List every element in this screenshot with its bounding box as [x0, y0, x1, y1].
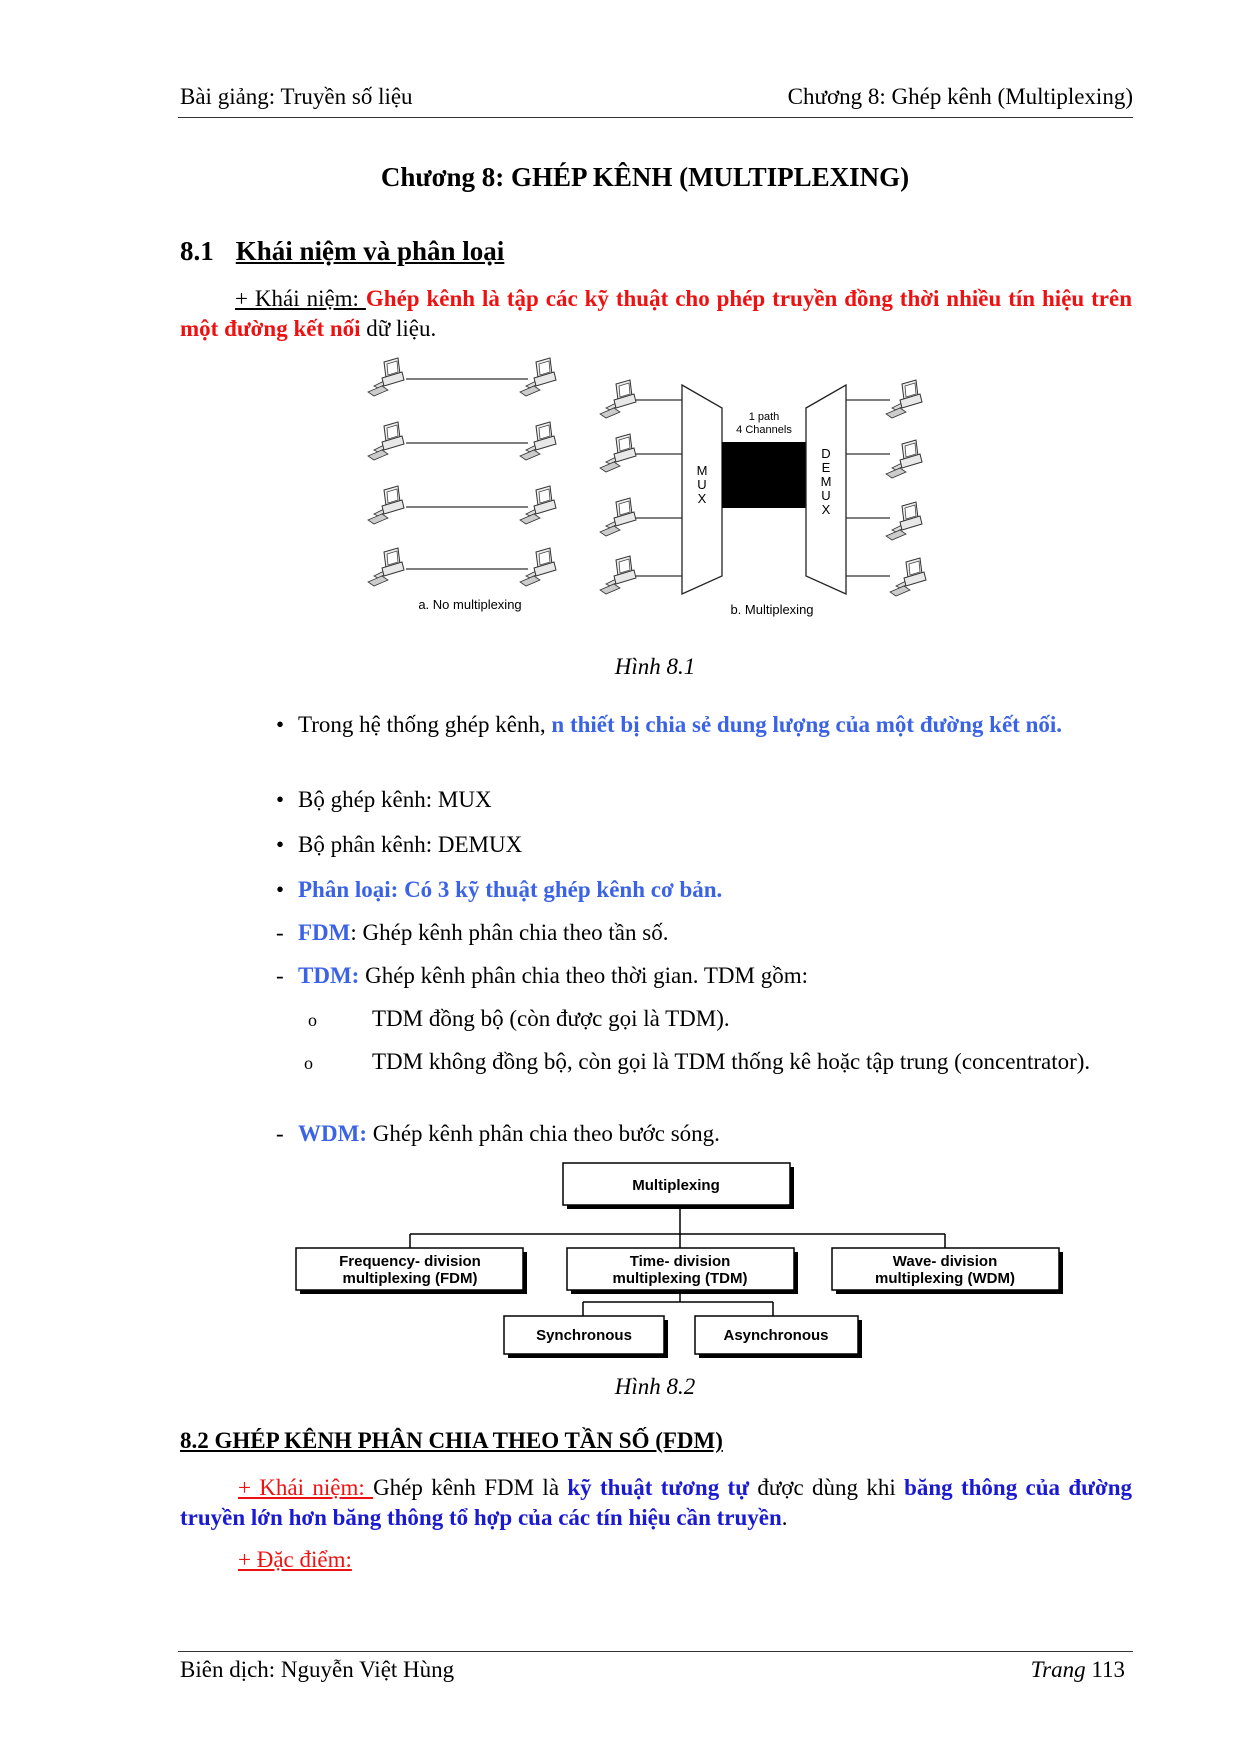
computer-icon [599, 555, 637, 595]
footer-rule [178, 1651, 1133, 1652]
computer-icon [885, 379, 923, 419]
computer-icon [885, 501, 923, 541]
header-right: Chương 8: Ghép kênh (Multiplexing) [787, 84, 1133, 109]
node-wdm: Wave- division multiplexing (WDM) [831, 1247, 1063, 1294]
computer-icon [599, 379, 637, 419]
no-multiplexing-diagram: a. No multiplexing [367, 357, 557, 612]
computer-icon [885, 439, 923, 479]
section-number: 8.1 [180, 236, 214, 266]
node-synchronous: Synchronous [503, 1315, 668, 1358]
computer-icon [519, 421, 557, 461]
section-8-2-heading: 8.2 GHÉP KÊNH PHÂN CHIA THEO TẦN SỐ (FDM… [180, 1428, 723, 1453]
computer-icon [599, 497, 637, 537]
figure-8-2: Multiplexing Frequency- division multipl… [295, 1162, 1063, 1358]
computer-icon [599, 433, 637, 473]
multiplexing-diagram: M U X 1 path 4 Channels D E M U X b. Mul… [599, 379, 927, 617]
bullet-item: • Bộ phân kênh: DEMUX [276, 830, 1132, 860]
concept-tail: dữ liệu. [360, 316, 437, 341]
svg-text:multiplexing (TDM): multiplexing (TDM) [613, 1270, 748, 1287]
svg-text:multiplexing (WDM): multiplexing (WDM) [875, 1270, 1015, 1287]
svg-text:E: E [822, 460, 831, 475]
svg-text:U: U [697, 477, 706, 492]
section-8-1-heading: 8.1 Khái niệm và phân loại [180, 236, 504, 267]
node-tdm: Time- division multiplexing (TDM) [566, 1247, 798, 1294]
computer-icon [519, 485, 557, 525]
bullet-item: • Phân loại: Có 3 kỹ thuật ghép kênh cơ b… [276, 875, 1132, 905]
type-item-wdm: - WDM: Ghép kênh phân chia theo bước sóng… [276, 1119, 1132, 1149]
svg-text:X: X [698, 491, 707, 506]
bullet-icon: • [276, 712, 285, 737]
bullet-icon: • [276, 832, 285, 857]
node-fdm: Frequency- division multiplexing (FDM) [295, 1247, 527, 1294]
type-item-tdm: - TDM: Ghép kênh phân chia theo thời gian… [276, 961, 1132, 991]
tdm-subitem: o TDM đồng bộ (còn được gọi là TDM). [308, 1004, 1164, 1035]
fdm-concept-paragraph: + Khái niệm: Ghép kênh FDM là kỹ thuật t… [180, 1475, 1132, 1530]
svg-text:Wave- division: Wave- division [893, 1253, 997, 1270]
bullet-icon: • [276, 877, 285, 902]
label-multiplexing: b. Multiplexing [730, 602, 813, 617]
dash-icon: - [276, 1121, 284, 1146]
svg-text:multiplexing (FDM): multiplexing (FDM) [343, 1270, 478, 1287]
computer-icon [889, 557, 927, 597]
tdm-subitem: o TDM không đồng bộ, còn gọi là TDM thống… [304, 1047, 1168, 1078]
figure-8-1: a. No multiplexing M U X 1 path 4 Channe… [367, 357, 927, 617]
shared-channel [722, 442, 806, 508]
dash-icon: - [276, 920, 284, 945]
computer-icon [519, 357, 557, 397]
footer-author: Biên dịch: Nguyễn Việt Hùng [180, 1657, 455, 1682]
svg-text:U: U [821, 488, 830, 503]
type-item-fdm: - FDM: Ghép kênh phân chia theo tần số. [276, 918, 1132, 948]
svg-text:M: M [697, 463, 708, 478]
circle-bullet-icon: o [308, 1010, 317, 1030]
node-asynchronous: Asynchronous [694, 1315, 862, 1358]
channels-label: 4 Channels [736, 424, 792, 436]
svg-text:X: X [822, 502, 831, 517]
svg-text:Multiplexing: Multiplexing [632, 1177, 720, 1194]
header-left: Bài giảng: Truyền số liệu [180, 84, 413, 109]
figure-8-2-caption: Hình 8.2 [614, 1374, 696, 1399]
computer-icon [367, 357, 405, 397]
svg-text:Synchronous: Synchronous [536, 1327, 632, 1344]
concept-label: + Khái niệm: [235, 286, 366, 311]
bullet-icon: • [276, 787, 285, 812]
computer-icon [367, 547, 405, 587]
fdm-concept-label: + Khái niệm: [238, 1475, 374, 1500]
bullet-item: • Trong hệ thống ghép kênh, n thiết bị ch… [276, 710, 1132, 740]
concept-paragraph: + Khái niệm: Ghép kênh là tập các kỹ thu… [180, 284, 1132, 344]
node-multiplexing: Multiplexing [562, 1162, 794, 1209]
svg-text:Frequency- division: Frequency- division [339, 1253, 481, 1270]
label-no-multiplexing: a. No multiplexing [418, 597, 521, 612]
dash-icon: - [276, 963, 284, 988]
header-rule [178, 117, 1133, 118]
path-label: 1 path [749, 411, 780, 423]
section-title: Khái niệm và phân loại [235, 236, 505, 266]
svg-text:Asynchronous: Asynchronous [723, 1327, 828, 1344]
computer-icon [519, 547, 557, 587]
chapter-title: Chương 8: GHÉP KÊNH (MULTIPLEXING) [380, 162, 910, 192]
svg-text:Time- division: Time- division [630, 1253, 731, 1270]
svg-text:D: D [821, 446, 830, 461]
circle-bullet-icon: o [304, 1053, 313, 1073]
computer-icon [367, 421, 405, 461]
bullet-item: • Bộ ghép kênh: MUX [276, 785, 1132, 815]
features-label: + Đặc điểm: [238, 1547, 352, 1572]
figure-8-1-caption: Hình 8.1 [614, 654, 696, 679]
computer-icon [367, 485, 405, 525]
page-number: Trang 113 [1030, 1657, 1125, 1682]
svg-text:M: M [821, 474, 832, 489]
